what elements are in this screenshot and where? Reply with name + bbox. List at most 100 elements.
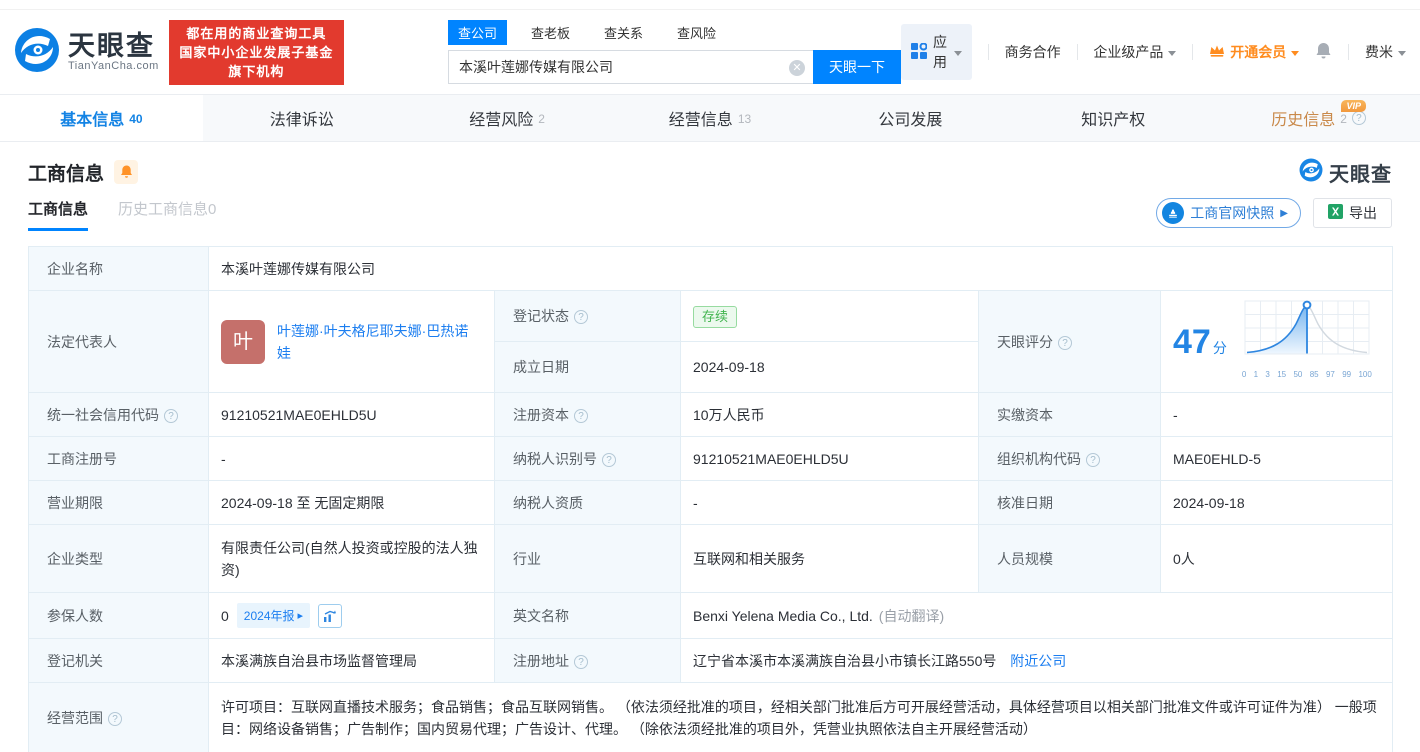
reg-status-label: 登记状态 — [494, 290, 681, 342]
registry-value: 本溪满族自治县市场监督管理局 — [208, 638, 495, 683]
insured-value: 0 — [221, 607, 229, 624]
bell-icon — [1315, 42, 1332, 63]
subtab-row: 工商信息 历史工商信息0 工商官网快照 ▶ 导出 — [28, 198, 1392, 234]
menu-divider — [1348, 44, 1350, 60]
score-distribution-chart: 0 1 3 15 50 85 97 99 100 — [1241, 297, 1373, 386]
section-title: 工商信息 — [28, 163, 105, 185]
establish-date-value: 2024-09-18 — [680, 341, 979, 393]
auto-translate-note: (自动翻译) — [878, 607, 945, 624]
search-input[interactable] — [449, 51, 813, 83]
table-row: 参保人数 0 2024年报 ▸ 英文名称 Benxi Yelena Media … — [28, 592, 1394, 639]
english-name-label: 英文名称 — [494, 592, 681, 639]
user-menu[interactable]: 费米 — [1365, 42, 1407, 62]
paid-capital-label: 实缴资本 — [978, 392, 1161, 437]
bell-icon — [120, 165, 132, 178]
stamp-icon — [1162, 202, 1185, 224]
staff-size-label: 人员规模 — [978, 524, 1161, 593]
tianyancha-logo[interactable]: 天眼查 TianYanCha.com — [14, 27, 159, 78]
help-icon[interactable] — [1086, 452, 1100, 467]
brand-domain: TianYanCha.com — [68, 60, 159, 72]
legal-rep-link[interactable]: 叶莲娜·叶夫格尼耶夫娜·巴热诺娃 — [277, 320, 482, 364]
search-tab-risk[interactable]: 查风险 — [667, 20, 726, 45]
tab-business-info[interactable]: 经营信息 13 — [609, 95, 812, 141]
company-type-label: 企业类型 — [28, 524, 209, 593]
subscribe-bell-button[interactable] — [114, 160, 139, 184]
taxpayer-id-label: 纳税人识别号 — [494, 436, 681, 481]
notification-bell[interactable] — [1315, 42, 1332, 63]
term-label: 营业期限 — [28, 480, 209, 525]
table-row: 统一社会信用代码 91210521MAE0EHLD5U 注册资本 10万人民币 … — [28, 392, 1394, 437]
tianyancha-company-page: 天眼查 TianYanCha.com 都在用的商业查询工具 国家中小企业发展子基… — [0, 0, 1420, 752]
search-tab-boss[interactable]: 查老板 — [521, 20, 580, 45]
subtab-business-info[interactable]: 工商信息 — [28, 198, 89, 231]
taxpayer-qual-label: 纳税人资质 — [494, 480, 681, 525]
help-icon[interactable] — [602, 452, 616, 467]
menu-divider — [1076, 44, 1078, 60]
term-value: 2024-09-18 至 无固定期限 — [208, 480, 495, 525]
tab-company-development[interactable]: 公司发展 — [811, 95, 1014, 141]
tab-history-info[interactable]: VIP 历史信息 2 — [1217, 95, 1420, 141]
status-badge: 存续 — [693, 305, 738, 328]
english-name-value: Benxi Yelena Media Co., Ltd. — [693, 607, 873, 624]
chevron-down-icon — [1398, 50, 1407, 56]
crown-icon — [1209, 44, 1225, 60]
help-icon[interactable] — [1351, 111, 1366, 125]
reg-no-value: - — [208, 436, 495, 481]
top-menu: 应用 商务合作 企业级产品 开通会员 费米 — [901, 24, 1407, 80]
score-chart-ticks: 0 1 3 15 50 85 97 99 100 — [1241, 370, 1372, 379]
chevron-down-icon — [953, 50, 962, 56]
scope-value: 许可项目：互联网直播技术服务；食品销售；食品互联网销售。 （依法须经批准的项目，… — [207, 682, 1394, 752]
taxpayer-id-value: 91210521MAE0EHLD5U — [680, 436, 979, 481]
tab-legal-litigation[interactable]: 法律诉讼 — [203, 95, 406, 141]
table-row: 工商注册号 - 纳税人识别号 91210521MAE0EHLD5U 组织机构代码… — [28, 436, 1394, 481]
menu-cooperation[interactable]: 商务合作 — [1005, 42, 1061, 62]
nearby-companies-link[interactable]: 附近公司 — [1010, 653, 1066, 669]
org-code-value: MAE0EHLD-5 — [1159, 436, 1394, 481]
help-icon[interactable] — [108, 711, 122, 726]
score-value: 47 — [1173, 322, 1211, 361]
top-divider — [0, 0, 1420, 10]
help-icon[interactable] — [574, 654, 588, 669]
industry-value: 互联网和相关服务 — [680, 524, 979, 593]
annual-report-badge[interactable]: 2024年报 — [236, 603, 311, 628]
credit-code-label: 统一社会信用代码 — [28, 392, 209, 437]
arrow-right-icon — [298, 604, 304, 627]
official-snapshot-button[interactable]: 工商官网快照 — [1156, 198, 1301, 228]
menu-divider — [987, 44, 989, 60]
search-tab-relation[interactable]: 查关系 — [594, 20, 653, 45]
table-row: 营业期限 2024-09-18 至 无固定期限 纳税人资质 - 核准日期 202… — [28, 480, 1394, 525]
table-row: 法定代表人 叶 叶莲娜·叶夫格尼耶夫娜·巴热诺娃 登记状态 存续 天眼评分 — [28, 290, 1394, 393]
apps-grid-icon — [911, 42, 928, 62]
search-tabs: 查公司 查老板 查关系 查风险 — [448, 20, 901, 45]
help-icon[interactable] — [574, 408, 588, 423]
help-icon[interactable] — [1058, 335, 1072, 350]
clear-search-icon[interactable]: ✕ — [789, 60, 805, 76]
establish-date-label: 成立日期 — [494, 341, 681, 393]
company-nav-tabs: 基本信息 40 法律诉讼 经营风险 2 经营信息 13 公司发展 知识产权 VIP 历… — [0, 94, 1420, 142]
trend-chart-button[interactable] — [318, 603, 343, 628]
paid-capital-value: - — [1159, 392, 1394, 437]
menu-enterprise-products[interactable]: 企业级产品 — [1093, 42, 1177, 62]
help-icon[interactable] — [574, 310, 588, 324]
tab-basic-info[interactable]: 基本信息 40 — [0, 95, 203, 141]
company-name-label: 企业名称 — [28, 246, 209, 291]
tianyancha-watermark: 天眼查 — [1299, 158, 1392, 187]
subtab-history-business-info[interactable]: 历史工商信息0 — [118, 198, 216, 219]
export-button[interactable]: 导出 — [1313, 198, 1392, 228]
legal-rep-label: 法定代表人 — [28, 290, 209, 393]
search-tab-company[interactable]: 查公司 — [448, 20, 508, 45]
apps-menu-button[interactable]: 应用 — [901, 24, 972, 80]
table-row: 经营范围 许可项目：互联网直播技术服务；食品销售；食品互联网销售。 （依法须经批… — [28, 682, 1394, 752]
menu-open-vip[interactable]: 开通会员 — [1209, 42, 1300, 62]
score-label: 天眼评分 — [978, 290, 1161, 393]
legal-rep-avatar[interactable]: 叶 — [221, 319, 265, 364]
brand-slogan: 都在用的商业查询工具 国家中小企业发展子基金旗下机构 — [168, 19, 344, 85]
tianyan-score: 47 分 0 1 3 15 50 85 97 99 100 — [1173, 297, 1380, 386]
tab-operation-risk[interactable]: 经营风险 2 — [406, 95, 609, 141]
top-header: 天眼查 TianYanCha.com 都在用的商业查询工具 国家中小企业发展子基… — [0, 10, 1420, 94]
table-row: 登记机关 本溪满族自治县市场监督管理局 注册地址 辽宁省本溪市本溪满族自治县小市… — [28, 638, 1394, 683]
search-submit-button[interactable]: 天眼一下 — [813, 50, 901, 84]
help-icon[interactable] — [164, 408, 178, 423]
tab-intellectual-property[interactable]: 知识产权 — [1014, 95, 1217, 141]
chevron-down-icon — [1291, 50, 1300, 56]
